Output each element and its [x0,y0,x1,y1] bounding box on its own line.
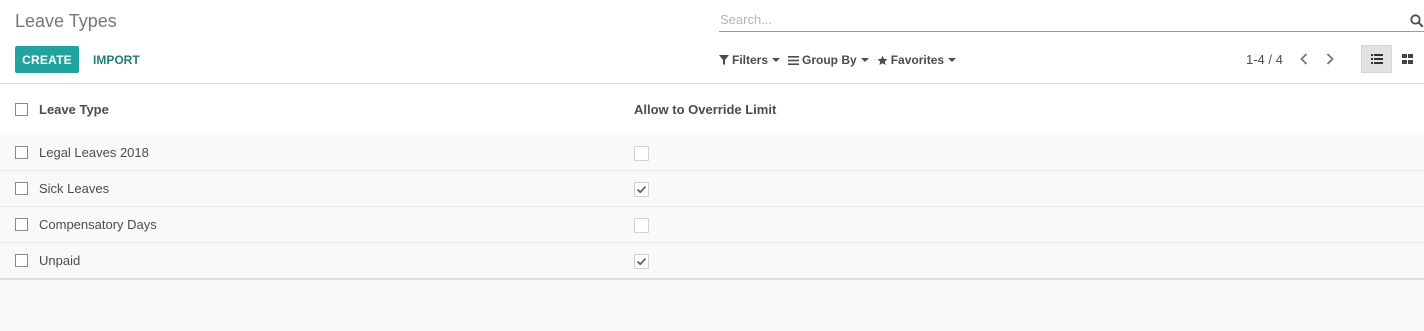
leave-type-name: Compensatory Days [39,217,157,232]
bars-icon [788,55,800,65]
row-select-checkbox[interactable] [15,182,28,195]
caret-down-icon [948,58,957,62]
list-view-button[interactable] [1361,45,1392,73]
list-icon [1370,54,1383,64]
create-button[interactable]: CREATE [15,46,79,73]
table-row[interactable]: Sick Leaves [0,171,1424,207]
caret-down-icon [772,58,781,62]
search-input[interactable] [719,9,1400,29]
caret-down-icon [860,58,869,62]
leave-type-name: Unpaid [39,253,81,268]
filters-dropdown[interactable]: Filters [719,53,781,67]
leave-type-name: Legal Leaves 2018 [39,145,149,160]
table-row[interactable]: Compensatory Days [0,207,1424,243]
chevron-right-icon [1326,53,1334,65]
kanban-icon [1402,54,1413,64]
column-header-allow-override[interactable]: Allow to Override Limit [634,84,776,135]
allow-override-checkbox [634,254,649,269]
pager-value[interactable]: 1-4 / 4 [1246,52,1283,67]
search-bar [719,9,1424,32]
column-header-leave-type[interactable]: Leave Type [39,84,109,135]
favorites-dropdown[interactable]: Favorites [877,53,957,67]
search-options: Filters Group By Favorites [719,52,964,68]
filter-icon [719,55,729,65]
import-button[interactable]: IMPORT [88,46,145,73]
page-title: Leave Types [15,11,117,31]
leave-types-table: Leave Type Allow to Override Limit Legal… [0,84,1424,280]
chevron-left-icon [1300,53,1308,65]
filters-label: Filters [732,53,769,67]
leave-type-name: Sick Leaves [39,181,110,196]
table-row[interactable]: Unpaid [0,243,1424,278]
row-select-checkbox[interactable] [15,146,28,159]
group-by-dropdown[interactable]: Group By [788,53,869,67]
checkmark-icon [636,257,647,266]
search-icon[interactable] [1410,14,1424,33]
control-panel: Leave Types CREATE IMPORT Filters Group … [0,0,1424,84]
allow-override-checkbox [634,218,649,233]
allow-override-checkbox [634,146,649,161]
group-by-label: Group By [802,53,857,67]
table-header: Leave Type Allow to Override Limit [0,84,1424,135]
select-all-checkbox[interactable] [15,103,28,116]
star-icon [877,55,888,65]
pager-previous-button[interactable] [1296,50,1312,68]
table-row[interactable]: Legal Leaves 2018 [0,135,1424,171]
row-select-checkbox[interactable] [15,254,28,267]
checkmark-icon [636,185,647,194]
row-select-checkbox[interactable] [15,218,28,231]
pager-next-button[interactable] [1322,50,1338,68]
allow-override-checkbox [634,182,649,197]
kanban-view-button[interactable] [1392,45,1423,73]
favorites-label: Favorites [890,53,945,67]
